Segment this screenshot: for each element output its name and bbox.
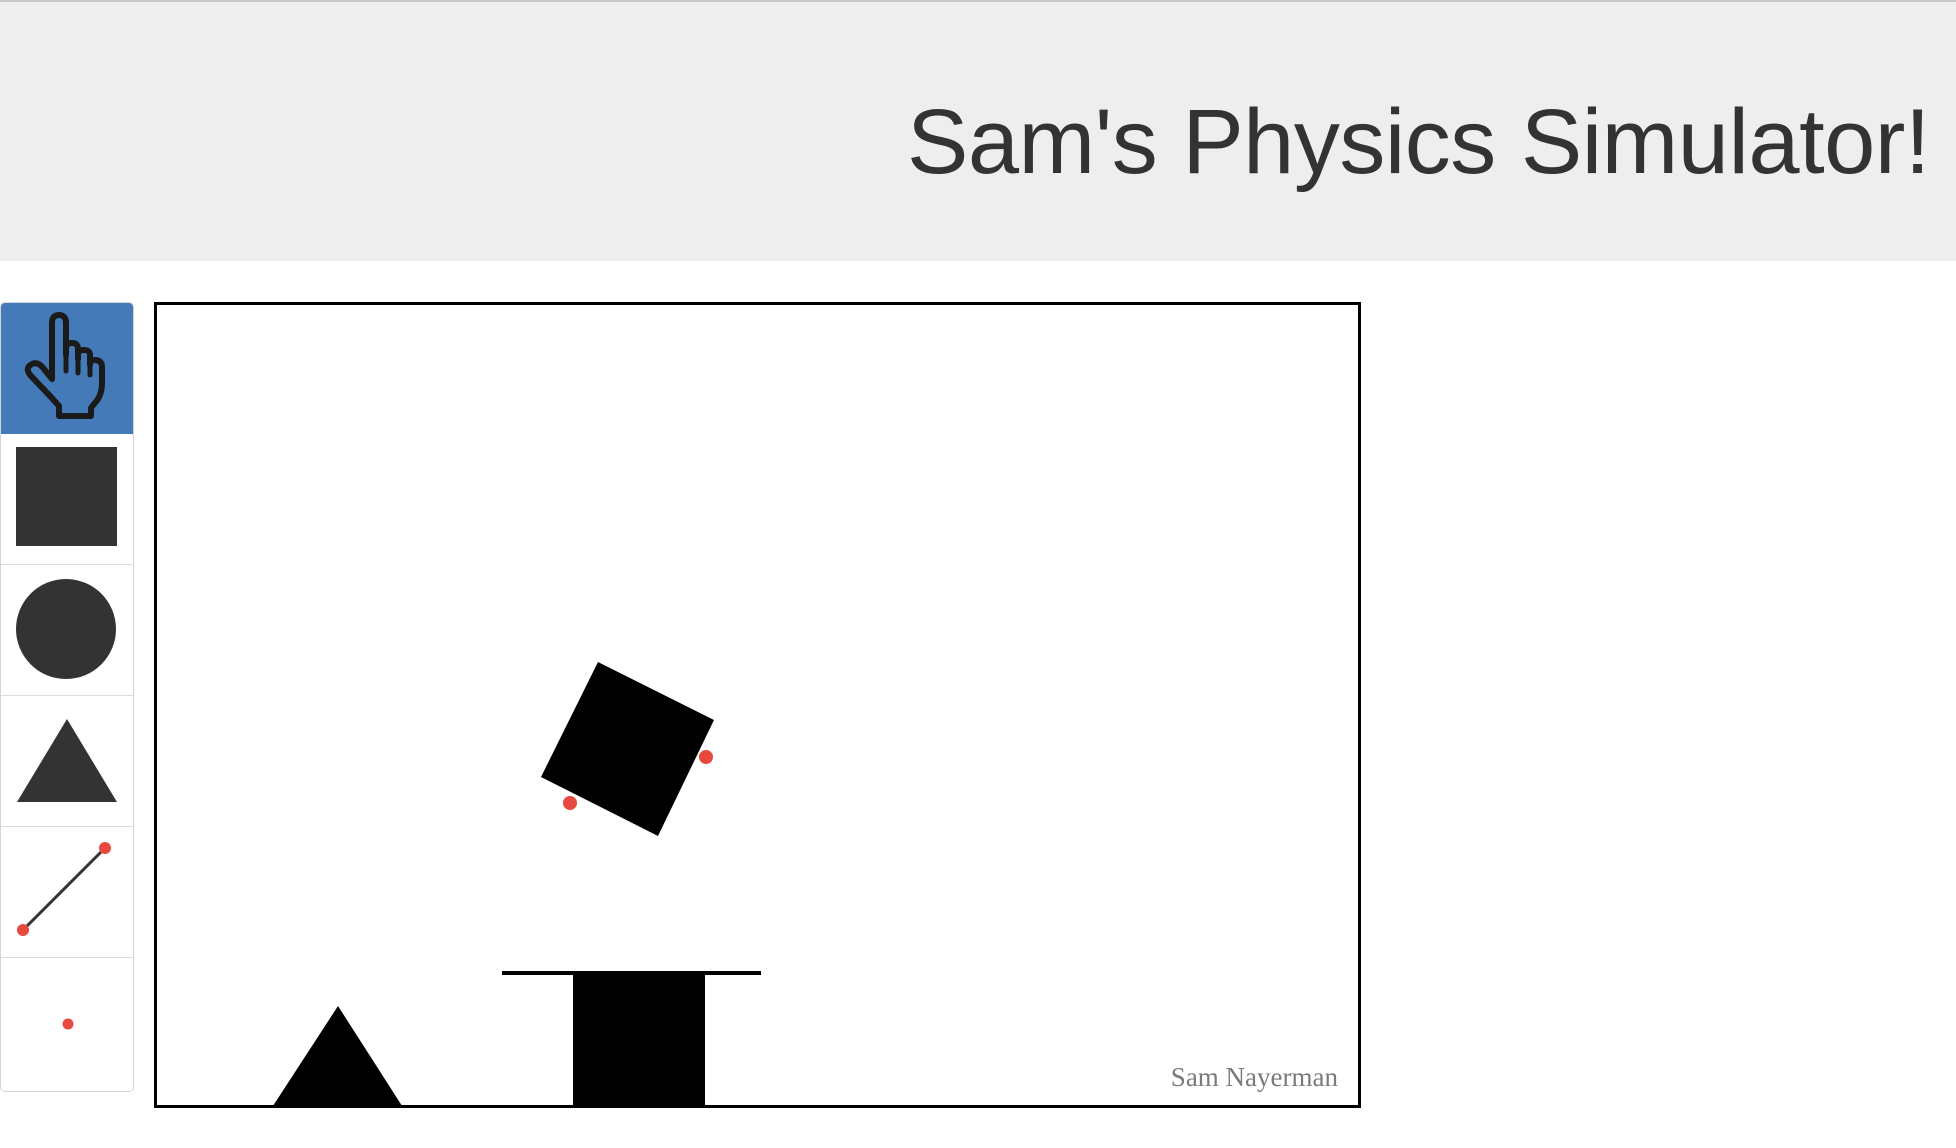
circle-icon <box>16 579 116 679</box>
triangle-tool-button[interactable] <box>1 696 133 827</box>
ground-triangle[interactable] <box>271 1006 404 1105</box>
page-title: Sam's Physics Simulator! <box>907 91 1930 193</box>
dot-icon <box>62 1018 74 1030</box>
triangle-icon <box>17 719 117 802</box>
support-block[interactable] <box>573 975 705 1105</box>
line-segment-icon <box>17 842 111 936</box>
line-tool-button[interactable] <box>1 827 133 958</box>
circle-tool-button[interactable] <box>1 565 133 696</box>
joint-point-right[interactable] <box>699 750 713 764</box>
hand-tool-button[interactable] <box>1 303 133 434</box>
simulation-scene <box>271 662 761 1105</box>
hand-pointer-icon <box>24 312 105 419</box>
square-icon <box>16 447 117 546</box>
rotated-box-body[interactable] <box>541 662 714 836</box>
simulation-canvas[interactable]: Sam Nayerman <box>154 302 1361 1108</box>
point-tool-button[interactable] <box>1 958 133 1091</box>
header-bar: Sam's Physics Simulator! <box>0 0 1956 261</box>
joint-point-left[interactable] <box>563 796 577 810</box>
box-tool-button[interactable] <box>1 434 133 565</box>
author-credit: Sam Nayerman <box>1170 1062 1338 1092</box>
tool-palette <box>0 302 134 1092</box>
